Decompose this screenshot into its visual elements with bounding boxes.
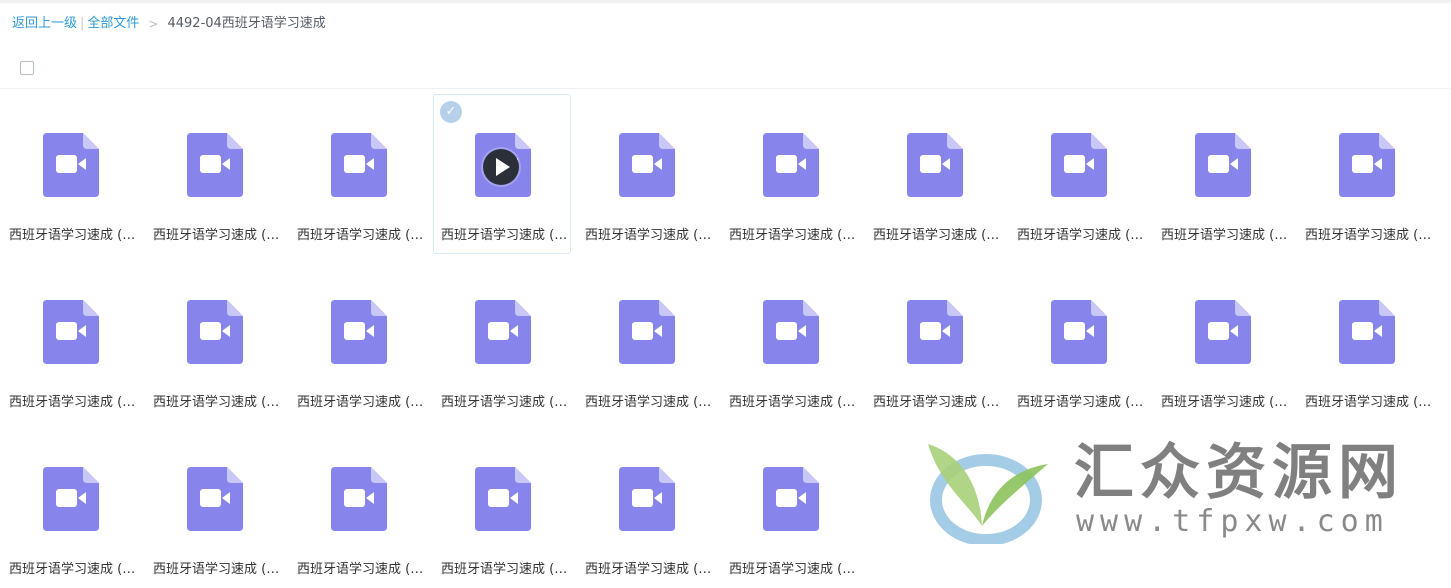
file-item[interactable]: 西班牙语学习速成 (8).mp4: [1009, 94, 1147, 254]
video-file-icon: [1051, 133, 1107, 197]
file-name: 西班牙语学习速成 (2).mp4: [153, 228, 281, 243]
video-file-icon: [1195, 133, 1251, 197]
play-icon[interactable]: [483, 149, 519, 185]
file-name: 西班牙语学习速成 (17).mp4: [873, 395, 1001, 410]
file-name: 西班牙语学习速成 (3).mp4: [297, 228, 425, 243]
video-file-icon: [619, 300, 675, 364]
video-file-icon: [1339, 133, 1395, 197]
file-name: 西班牙语学习速成 (6).mp4: [729, 228, 857, 243]
video-file-icon: [43, 467, 99, 531]
file-name: 西班牙语学习速成 (19).mp4: [1161, 395, 1289, 410]
file-name: 西班牙语学习速成 (21).mp4: [9, 562, 137, 577]
file-item[interactable]: 西班牙语学习速成 (1).mp4: [1, 94, 139, 254]
file-item[interactable]: 西班牙语学习速成 (3).mp4: [289, 94, 427, 254]
video-file-icon: [907, 133, 963, 197]
file-item[interactable]: 西班牙语学习速成 (16).mp4: [721, 261, 859, 421]
file-name: 西班牙语学习速成 (22).mp4: [153, 562, 281, 577]
video-file-icon: [187, 133, 243, 197]
file-name: 西班牙语学习速成 (20).mp4: [1305, 395, 1433, 410]
video-file-icon: [1195, 300, 1251, 364]
file-name: 西班牙语学习速成 (25).mp4: [585, 562, 713, 577]
watermark-logo: [928, 444, 1048, 544]
file-item[interactable]: 西班牙语学习速成 (12).mp4: [145, 261, 283, 421]
file-name: 西班牙语学习速成 (8).mp4: [1017, 228, 1145, 243]
file-item[interactable]: 西班牙语学习速成 (14).mp4: [433, 261, 571, 421]
watermark: 汇众资源网 www.tfpxw.com: [920, 432, 1398, 544]
watermark-url: www.tfpxw.com: [1076, 504, 1389, 539]
video-file-icon: [475, 300, 531, 364]
file-item[interactable]: 西班牙语学习速成 (18).mp4: [1009, 261, 1147, 421]
file-name: 西班牙语学习速成 (10).mp4: [1305, 228, 1433, 243]
file-name: 西班牙语学习速成 (26).mp4: [729, 562, 857, 577]
file-item[interactable]: 西班牙语学习速成 (21).mp4: [1, 428, 139, 588]
video-file-icon: [1339, 300, 1395, 364]
file-name: 西班牙语学习速成 (13).mp4: [297, 395, 425, 410]
file-item[interactable]: 西班牙语学习速成 (5).mp4: [577, 94, 715, 254]
file-name: 西班牙语学习速成 (7).mp4: [873, 228, 1001, 243]
file-item[interactable]: 西班牙语学习速成 (2).mp4: [145, 94, 283, 254]
video-file-icon: [331, 300, 387, 364]
file-name: 西班牙语学习速成 (18).mp4: [1017, 395, 1145, 410]
file-name: 西班牙语学习速成 (23).mp4: [297, 562, 425, 577]
file-name: 西班牙语学习速成 (9).mp4: [1161, 228, 1289, 243]
file-item[interactable]: 西班牙语学习速成 (11).mp4: [1, 261, 139, 421]
file-item[interactable]: 西班牙语学习速成 (26).mp4: [721, 428, 859, 588]
video-file-icon: [763, 300, 819, 364]
file-item[interactable]: 西班牙语学习速成 (20).mp4: [1297, 261, 1435, 421]
video-file-icon: [187, 300, 243, 364]
file-name: 西班牙语学习速成 (16).mp4: [729, 395, 857, 410]
file-item[interactable]: 西班牙语学习速成 (15).mp4: [577, 261, 715, 421]
file-item[interactable]: 西班牙语学习速成 (9).mp4: [1153, 94, 1291, 254]
file-item[interactable]: ✓ 西班牙语学习速成 (4).mp4: [433, 94, 571, 254]
file-item[interactable]: 西班牙语学习速成 (24).mp4: [433, 428, 571, 588]
file-name: 西班牙语学习速成 (4).mp4: [441, 228, 569, 243]
video-file-icon: [763, 133, 819, 197]
file-name: 西班牙语学习速成 (15).mp4: [585, 395, 713, 410]
file-item[interactable]: 西班牙语学习速成 (13).mp4: [289, 261, 427, 421]
video-file-icon: [619, 467, 675, 531]
file-item[interactable]: 西班牙语学习速成 (7).mp4: [865, 94, 1003, 254]
video-file-icon: [1051, 300, 1107, 364]
video-file-icon: [43, 300, 99, 364]
file-name: 西班牙语学习速成 (1).mp4: [9, 228, 137, 243]
watermark-text: 汇众资源网: [1074, 438, 1404, 508]
file-item[interactable]: 西班牙语学习速成 (6).mp4: [721, 94, 859, 254]
video-file-icon: [619, 133, 675, 197]
file-name: 西班牙语学习速成 (24).mp4: [441, 562, 569, 577]
video-file-icon: [331, 467, 387, 531]
video-file-icon: [763, 467, 819, 531]
file-name: 西班牙语学习速成 (11).mp4: [9, 395, 137, 410]
file-item[interactable]: 西班牙语学习速成 (22).mp4: [145, 428, 283, 588]
video-file-icon: [331, 133, 387, 197]
video-file-icon: [43, 133, 99, 197]
file-name: 西班牙语学习速成 (12).mp4: [153, 395, 281, 410]
video-file-icon: [475, 467, 531, 531]
file-item[interactable]: 西班牙语学习速成 (17).mp4: [865, 261, 1003, 421]
file-item[interactable]: 西班牙语学习速成 (19).mp4: [1153, 261, 1291, 421]
video-file-icon: [187, 467, 243, 531]
video-file-icon: [907, 300, 963, 364]
file-item[interactable]: 西班牙语学习速成 (25).mp4: [577, 428, 715, 588]
file-item[interactable]: 西班牙语学习速成 (23).mp4: [289, 428, 427, 588]
file-name: 西班牙语学习速成 (14).mp4: [441, 395, 569, 410]
file-name: 西班牙语学习速成 (5).mp4: [585, 228, 713, 243]
selected-check-icon[interactable]: ✓: [440, 101, 462, 123]
file-item[interactable]: 西班牙语学习速成 (10).mp4: [1297, 94, 1435, 254]
